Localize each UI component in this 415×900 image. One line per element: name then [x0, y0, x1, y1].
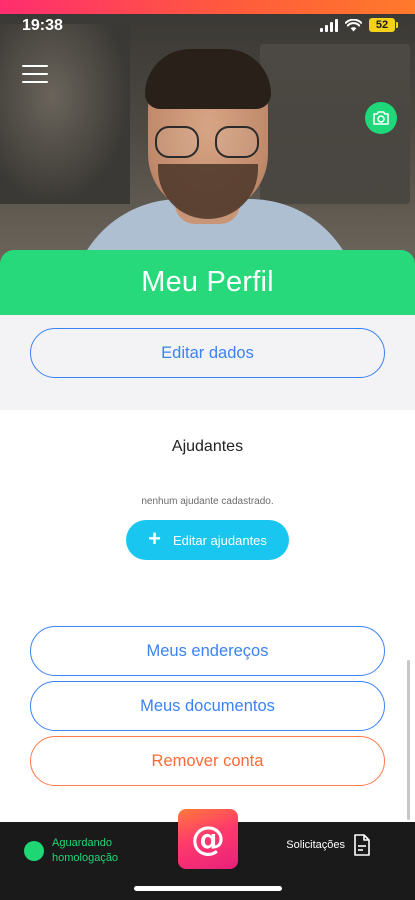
background-lamp — [0, 24, 130, 204]
my-documents-button[interactable]: Meus documentos — [30, 681, 385, 731]
page-title: Meu Perfil — [141, 266, 274, 298]
requests-nav-item[interactable]: Solicitações — [286, 834, 371, 856]
camera-icon[interactable] — [365, 102, 397, 134]
status-indicators: 52 — [320, 18, 398, 32]
helpers-empty-message: nenhum ajudante cadastrado. — [141, 496, 274, 507]
approval-status-label: Aguardando homologação — [52, 836, 118, 866]
photo-hair — [145, 49, 271, 109]
status-bar: 19:38 52 — [0, 14, 415, 38]
camera-glyph — [373, 111, 389, 125]
bottom-navigation: Aguardando homologação @ Solicitações — [0, 809, 415, 900]
status-dot-icon — [24, 841, 44, 861]
status-time: 19:38 — [22, 17, 63, 34]
status-label-line1: Aguardando — [52, 837, 112, 849]
hamburger-menu-icon[interactable] — [22, 62, 48, 86]
home-indicator[interactable] — [134, 886, 282, 891]
helpers-title: Ajudantes — [171, 438, 244, 455]
my-addresses-button[interactable]: Meus endereços — [30, 626, 385, 676]
wifi-icon — [345, 18, 362, 31]
at-sign-icon: @ — [191, 819, 225, 859]
edit-data-button[interactable]: Editar dados — [30, 328, 385, 378]
edit-helpers-label: Editar ajudantes — [172, 532, 267, 548]
document-icon — [354, 834, 370, 856]
status-label-line2: homologação — [52, 852, 119, 864]
scrollbar[interactable] — [407, 660, 410, 820]
main-action-button[interactable]: @ — [178, 809, 238, 869]
battery-indicator: 52 — [369, 18, 398, 32]
title-band: Meu Perfil — [0, 250, 415, 315]
photo-glasses — [155, 126, 259, 160]
profile-photo — [0, 14, 415, 264]
top-accent-bar — [0, 0, 415, 14]
cellular-signal-icon — [320, 18, 338, 32]
edit-helpers-button[interactable]: + Editar ajudantes — [126, 520, 289, 560]
remove-account-button[interactable]: Remover conta — [30, 736, 385, 786]
plus-icon: + — [148, 526, 161, 551]
approval-status[interactable]: Aguardando homologação — [24, 836, 118, 866]
requests-label: Solicitações — [286, 839, 345, 851]
